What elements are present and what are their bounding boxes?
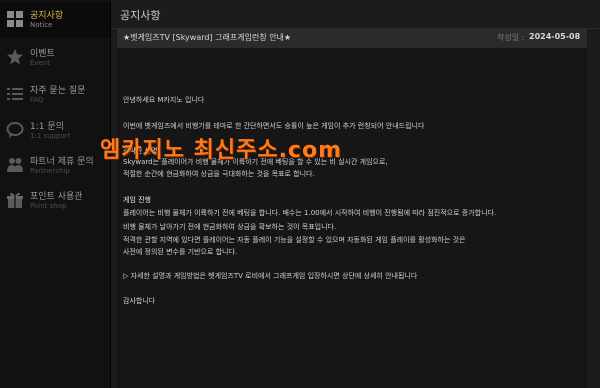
sidebar-item-faq[interactable]: 자주 묻는 질문 FAQ [0, 77, 110, 113]
sidebar-item-notice[interactable]: 공지사항 Notice [0, 2, 110, 38]
progress-heading: 게임 진행 [123, 196, 151, 204]
thanks-text: 감사합니다 [123, 297, 156, 305]
chat-bubble-icon [6, 122, 24, 138]
sidebar-item-label: 공지사항 [30, 11, 64, 21]
progress-line: 적격한 관할 지역에 있다면 플레이어는 자동 플레이 기능을 설정할 수 있으… [123, 236, 466, 244]
sidebar-item-partnership[interactable]: 파트너 제휴 문의 Partnership [0, 148, 110, 184]
star-icon [7, 49, 23, 65]
sidebar-item-sublabel: Point shop [30, 202, 67, 210]
sidebar-item-sublabel: 1:1 support [30, 132, 71, 140]
summary-line: 적절한 순간에 현금화하여 상금을 극대화하는 것을 목표로 합니다. [123, 170, 315, 178]
greeting-text: 안녕하세요 M카지노 입니다 [123, 96, 205, 104]
sidebar-item-point-shop[interactable]: 포인트 사용관 Point shop [0, 183, 110, 219]
gift-icon [7, 192, 23, 208]
main-content: 공지사항 ★벳게임즈TV [Skyward] 그래프게임런칭 안내★ 작성일 :… [111, 0, 600, 388]
sidebar-item-label: 파트너 제휴 문의 [30, 157, 94, 167]
people-icon [7, 158, 23, 172]
sidebar-item-label: 포인트 사용관 [30, 192, 83, 202]
post-date-label: 작성일 : [497, 33, 525, 42]
sidebar-item-support[interactable]: 1:1 문의 1:1 support [0, 113, 110, 149]
intro-text: 이번에 벳게임즈에서 비행기를 테마로 한 간단하면서도 승률이 높은 게임이 … [123, 122, 425, 130]
sidebar-item-label: 1:1 문의 [30, 122, 64, 132]
progress-line: 사전에 정의된 변수를 기반으로 합니다. [123, 248, 238, 256]
sidebar-item-sublabel: Event [30, 59, 51, 67]
sidebar-item-event[interactable]: 이벤트 Event [0, 40, 110, 76]
page-title: 공지사항 [120, 9, 161, 22]
watermark-overlay: 엠카지노 최신주소.com [100, 138, 343, 163]
sidebar-item-sublabel: Partnership [30, 167, 70, 175]
progress-line: 비행 물체가 날아가기 전에 현금화하여 상금을 확보하는 것이 목표입니다. [123, 223, 337, 231]
list-icon [7, 88, 23, 100]
post-header: ★벳게임즈TV [Skyward] 그래프게임런칭 안내★ 작성일 : 2024… [117, 28, 587, 49]
title-bar: 공지사항 [111, 0, 600, 29]
sidebar: 공지사항 Notice 이벤트 Event 자주 묻는 질문 FAQ 1:1 문… [0, 0, 111, 388]
post-date: 2024-05-08 [529, 32, 581, 41]
sidebar-item-sublabel: FAQ [30, 96, 44, 104]
post-title: ★벳게임즈TV [Skyward] 그래프게임런칭 안내★ [123, 33, 292, 42]
sidebar-item-label: 이벤트 [30, 49, 55, 59]
sidebar-item-label: 자주 묻는 질문 [30, 86, 86, 96]
sidebar-item-sublabel: Notice [30, 21, 53, 29]
progress-line: 플레이어는 비행 물체가 이륙하기 전에 베팅을 합니다. 배수는 1.00에서… [123, 209, 497, 217]
more-info-text: ▷ 자세한 설명과 게임방법은 벳게임즈TV 로비에서 그래프게임 입장하시면 … [123, 272, 418, 280]
post-body: 안녕하세요 M카지노 입니다 이번에 벳게임즈에서 비행기를 테마로 한 간단하… [117, 48, 587, 388]
grid-icon [7, 11, 23, 27]
